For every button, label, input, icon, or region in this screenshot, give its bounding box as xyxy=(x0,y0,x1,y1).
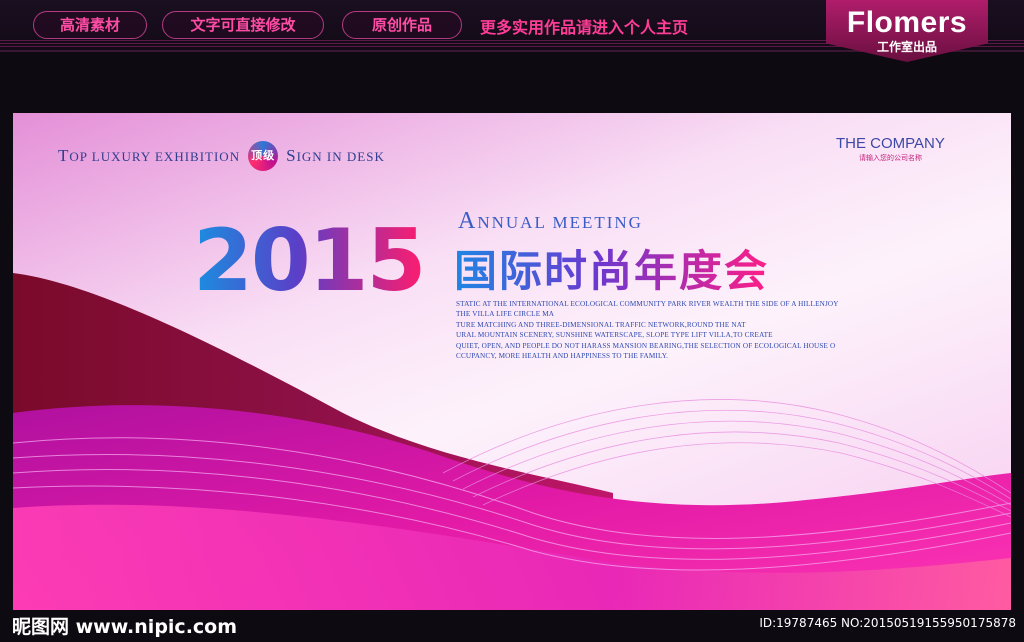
event-banner: TOP LUXURY EXHIBITION 顶级 SIGN IN DESK TH… xyxy=(13,113,1011,610)
description-line: QUIET, OPEN, AND PEOPLE DO NOT HARASS MA… xyxy=(456,341,836,350)
company-block: THE COMPANY 请输入您的公司名称 xyxy=(836,135,945,163)
description-line: THE VILLA LIFE CIRCLE MA xyxy=(456,310,555,319)
tagline-initial-t: T xyxy=(58,146,70,165)
description-line: TURE MATCHING AND THREE-DIMENSIONAL TRAF… xyxy=(456,320,746,329)
brand-name: Flomers xyxy=(846,6,968,39)
company-tip: 请输入您的公司名称 xyxy=(858,154,922,162)
wave-background xyxy=(13,273,1011,610)
pill-editable-text: 文字可直接修改 xyxy=(162,11,324,39)
annual-rest: NNUAL MEETING xyxy=(477,213,643,232)
brand-logo: Flomers 工作室出品 xyxy=(826,0,988,62)
tagline-desk: IGN IN DESK xyxy=(296,149,385,164)
description-line: URAL MOUNTAIN SCENERY, SUNSHINE WATERSCA… xyxy=(456,331,773,340)
tagline-initial-s: S xyxy=(286,146,297,165)
image-id-label: ID:19787465 NO:20150519155950175878 xyxy=(759,616,1016,630)
annual-meeting-label: ANNUAL MEETING xyxy=(458,208,643,235)
homepage-slogan: 更多实用作品请进入个人主页 xyxy=(480,18,689,37)
luxury-tagline: TOP LUXURY EXHIBITION 顶级 SIGN IN DESK xyxy=(58,141,385,171)
event-year: 2015 xyxy=(193,211,426,311)
top-grade-badge: 顶级 xyxy=(248,141,279,171)
event-description: STATIC AT THE INTERNATIONAL ECOLOGICAL C… xyxy=(456,299,839,361)
description-line: CCUPANCY, MORE HEALTH AND HAPPINESS TO T… xyxy=(456,352,669,361)
top-bar: 高清素材 文字可直接修改 原创作品 更多实用作品请进入个人主页 Flomers … xyxy=(0,0,1024,62)
brand-subtitle: 工作室出品 xyxy=(876,40,937,54)
description-line: STATIC AT THE INTERNATIONAL ECOLOGICAL C… xyxy=(456,300,839,308)
annual-initial: A xyxy=(458,208,478,234)
company-name: THE COMPANY xyxy=(836,135,945,152)
event-title: 国际时尚年度会 xyxy=(454,237,769,299)
site-watermark: 昵图网 www.nipic.com xyxy=(12,616,238,638)
pill-hd-material: 高清素材 xyxy=(33,11,147,39)
pill-original-work: 原创作品 xyxy=(342,11,462,39)
tagline-exhibition: OP LUXURY EXHIBITION xyxy=(69,149,241,164)
